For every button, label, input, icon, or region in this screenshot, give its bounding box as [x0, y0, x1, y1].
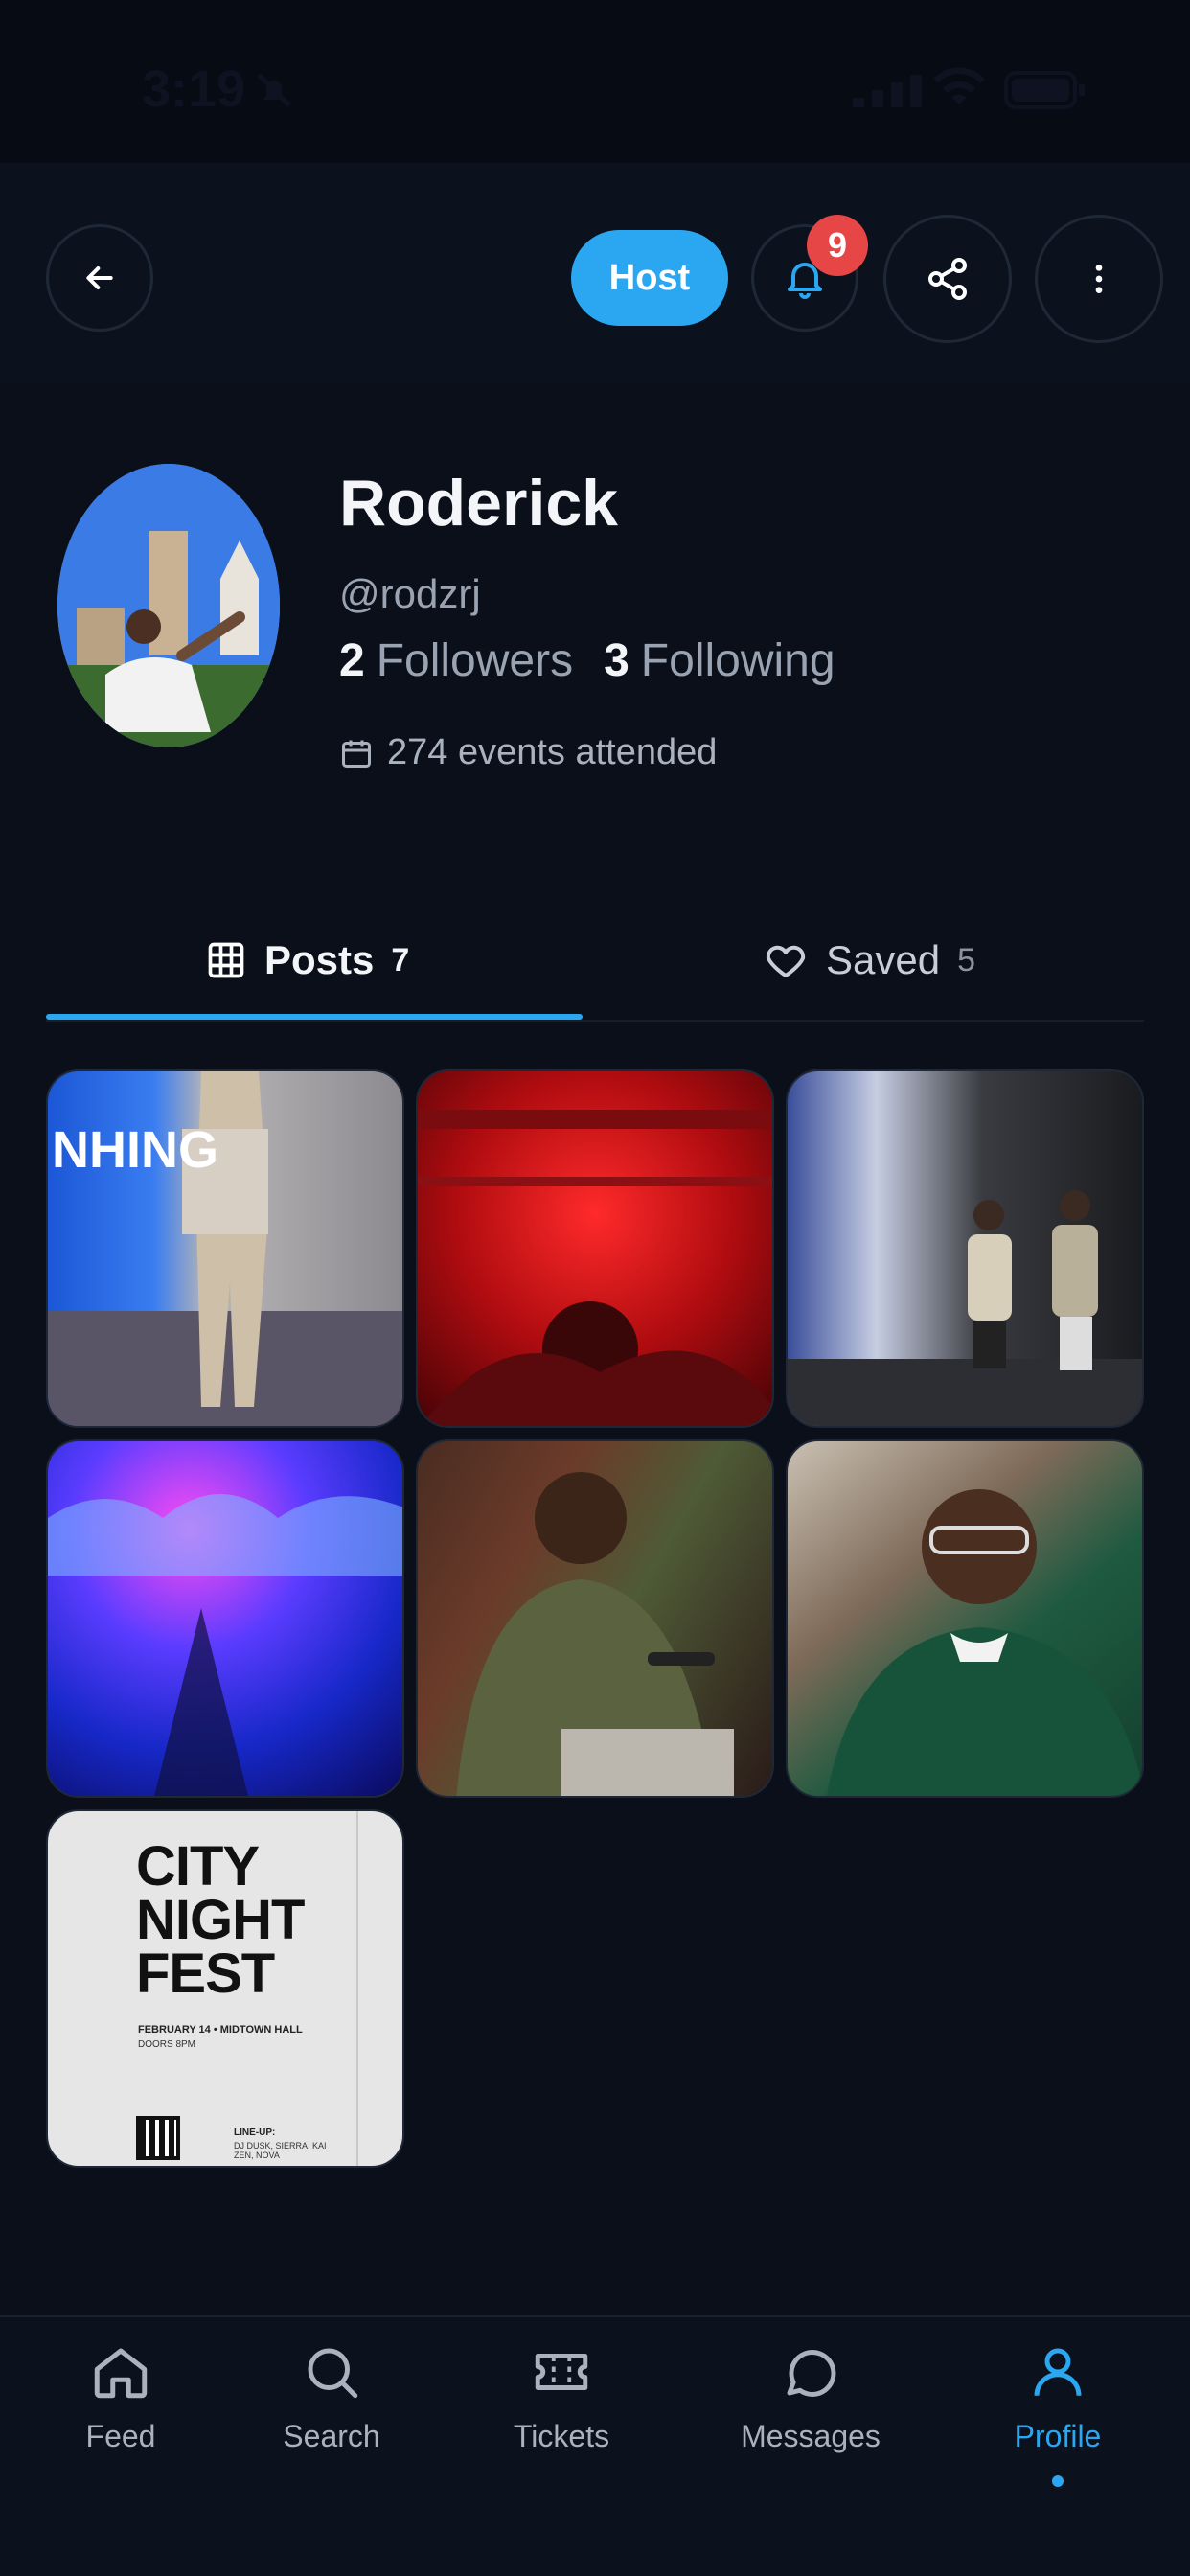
events-attended-label: 274 events attended — [387, 732, 718, 772]
poster-title: CITY NIGHT FEST — [136, 1835, 305, 2005]
poster-title-line: CITY — [136, 1835, 260, 1898]
heart-icon — [766, 945, 806, 978]
poster-lineup-title: LINE-UP: — [234, 2128, 276, 2138]
post-image — [826, 1489, 1142, 1796]
followers-label: Followers — [376, 635, 574, 686]
host-button[interactable]: Host — [571, 230, 728, 326]
calendar-icon — [342, 740, 371, 768]
person-icon — [1034, 2348, 1082, 2396]
grid-icon — [208, 942, 244, 978]
svg-text:NHING: NHING — [52, 1121, 218, 1179]
bottom-nav: Feed Search Tickets Messages Profile — [0, 2315, 1190, 2576]
qr-code-icon — [136, 2116, 180, 2160]
avatar[interactable] — [57, 464, 280, 748]
nav-search-label: Search — [283, 2419, 380, 2453]
active-nav-indicator — [1052, 2475, 1064, 2487]
status-time: 3:19 — [142, 60, 246, 118]
notification-badge: 9 — [807, 215, 868, 276]
post-image — [788, 1190, 1142, 1426]
more-options-button[interactable] — [1035, 215, 1163, 343]
nav-feed[interactable]: Feed — [25, 2340, 217, 2454]
ticket-icon — [535, 2354, 588, 2390]
nav-tickets[interactable]: Tickets — [466, 2340, 657, 2454]
nav-profile[interactable]: Profile — [962, 2340, 1154, 2487]
profile-tabs: Posts 7 Saved 5 — [46, 901, 1144, 1022]
post-thumbnail-poster[interactable]: CITY NIGHT FEST FEBRUARY 14 • MIDTOWN HA… — [46, 1809, 404, 2168]
battery-icon — [1004, 71, 1085, 109]
post-image — [48, 1494, 402, 1796]
nav-tickets-label: Tickets — [513, 2419, 610, 2453]
follow-stats: 2 Followers 3 Following — [339, 634, 835, 687]
signal-icon — [853, 75, 922, 107]
followers-link[interactable]: 2 Followers — [339, 634, 573, 687]
poster-date: FEBRUARY 14 • MIDTOWN HALL — [138, 2024, 303, 2036]
poster-lineup: DJ DUSK, SIERRA, KAI ZEN, NOVA — [234, 2141, 327, 2160]
arrow-left-icon — [86, 266, 113, 289]
events-attended: 274 events attended — [339, 732, 717, 773]
post-image — [456, 1472, 734, 1796]
nav-feed-label: Feed — [85, 2419, 156, 2453]
profile-handle: @rodzrj — [339, 571, 481, 616]
post-thumbnail[interactable] — [46, 1439, 404, 1798]
nav-messages-label: Messages — [741, 2419, 881, 2453]
post-thumbnail[interactable] — [786, 1070, 1144, 1428]
tab-saved[interactable]: Saved 5 — [763, 901, 975, 1020]
active-tab-indicator — [46, 1014, 583, 1020]
tab-saved-label: Saved — [826, 937, 941, 982]
more-vertical-icon — [1095, 264, 1103, 293]
top-bar: Host 9 — [0, 163, 1190, 383]
nav-profile-label: Profile — [1014, 2419, 1102, 2453]
post-thumbnail[interactable]: NHING — [46, 1070, 404, 1428]
wifi-icon — [933, 67, 985, 105]
nav-search[interactable]: Search — [236, 2340, 427, 2454]
post-image: NHING — [48, 1071, 402, 1426]
poster-title-line: NIGHT — [136, 1889, 305, 1951]
post-image — [418, 1110, 772, 1426]
tab-posts[interactable]: Posts 7 — [205, 901, 409, 1020]
tab-posts-label: Posts — [264, 937, 375, 982]
following-label: Following — [640, 635, 835, 686]
status-bar: 3:19 — [0, 0, 1190, 163]
bell-off-icon — [257, 73, 291, 107]
search-icon — [308, 2348, 358, 2399]
following-link[interactable]: 3 Following — [604, 634, 835, 687]
post-thumbnail[interactable] — [786, 1439, 1144, 1798]
poster-title-line: FEST — [136, 1943, 275, 2005]
profile-name: Roderick — [339, 467, 618, 540]
poster-doors: DOORS 8PM — [138, 2039, 196, 2050]
share-button[interactable] — [883, 215, 1012, 343]
post-thumbnail[interactable] — [416, 1070, 774, 1428]
avatar-photo — [57, 464, 280, 748]
post-thumbnail[interactable] — [416, 1439, 774, 1798]
nav-messages[interactable]: Messages — [715, 2340, 906, 2454]
chat-bubble-icon — [787, 2350, 836, 2397]
back-button[interactable] — [46, 224, 153, 332]
tab-posts-count: 7 — [391, 941, 410, 978]
poster-fold-line — [356, 1811, 358, 2166]
tab-saved-count: 5 — [957, 941, 976, 978]
followers-count: 2 — [339, 635, 365, 686]
share-icon — [928, 258, 967, 300]
following-count: 3 — [604, 635, 629, 686]
home-icon — [94, 2348, 148, 2399]
